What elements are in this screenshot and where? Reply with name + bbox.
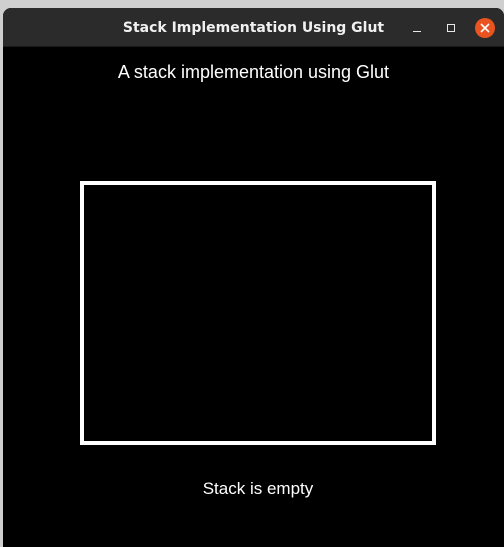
maximize-icon <box>447 24 455 32</box>
minimize-icon <box>413 31 421 32</box>
minimize-button[interactable] <box>407 18 427 38</box>
close-button[interactable] <box>475 18 495 38</box>
canvas-heading: A stack implementation using Glut <box>117 62 390 82</box>
maximize-button[interactable] <box>441 18 461 38</box>
close-icon <box>480 23 490 33</box>
glut-canvas[interactable]: A stack implementation using Glut Stack … <box>3 47 504 547</box>
stack-status: Stack is empty <box>202 479 314 498</box>
app-window: Stack Implementation Using Glut A stack … <box>3 8 504 547</box>
window-title: Stack Implementation Using Glut <box>122 20 385 36</box>
stack-container <box>80 181 436 445</box>
title-bar[interactable]: Stack Implementation Using Glut <box>3 8 504 47</box>
